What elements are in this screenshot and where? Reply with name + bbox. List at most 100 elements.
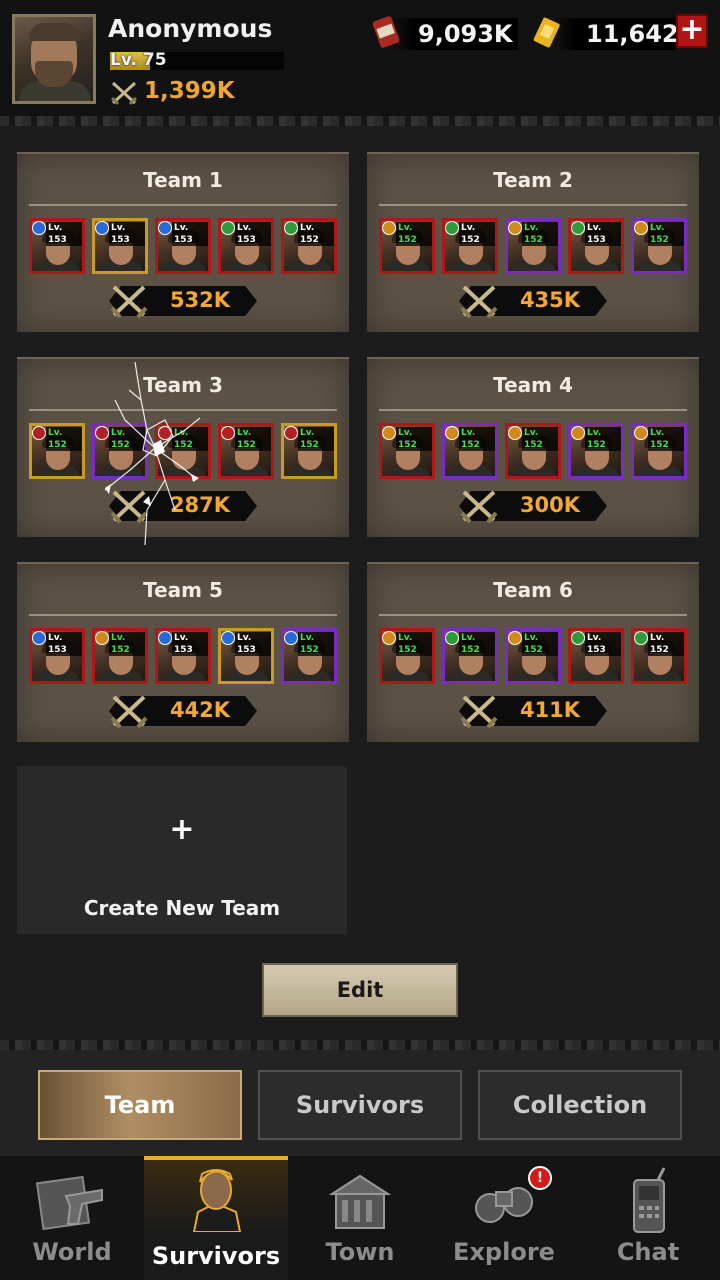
- hero-portrait[interactable]: Lv. 153: [155, 218, 211, 274]
- hero-portrait[interactable]: Lv. 152: [218, 423, 274, 479]
- hero-portrait[interactable]: Lv. 153: [568, 218, 624, 274]
- hero-portrait[interactable]: Lv. 152: [281, 218, 337, 274]
- red-class-badge-icon: [284, 426, 298, 440]
- hero-portrait[interactable]: Lv. 153: [218, 218, 274, 274]
- gold-resource[interactable]: 11,642: [530, 14, 679, 52]
- red-class-badge-icon: [158, 426, 172, 440]
- hero-portrait[interactable]: Lv. 152: [281, 628, 337, 684]
- hero-portrait[interactable]: Lv. 152: [442, 218, 498, 274]
- nav-town-label: Town: [325, 1238, 395, 1266]
- hero-level: Lv. 153: [172, 632, 208, 656]
- hero-portrait[interactable]: Lv. 153: [155, 628, 211, 684]
- hero-level: Lv. 152: [648, 222, 684, 246]
- hero-portrait[interactable]: Lv. 153: [92, 218, 148, 274]
- top-header: Anonymous Lv. 75 1,399K 9,093K 11,642 +: [0, 0, 720, 118]
- hero-portrait[interactable]: Lv. 152: [92, 628, 148, 684]
- supplies-resource[interactable]: 9,093K: [368, 14, 518, 52]
- team-title: Team 5: [143, 578, 223, 602]
- tab-collection[interactable]: Collection: [478, 1070, 682, 1140]
- bottom-nav: World Survivors Town Explore Chat: [0, 1156, 720, 1280]
- hero-portrait[interactable]: Lv. 152: [631, 628, 687, 684]
- green-class-badge-icon: [221, 221, 235, 235]
- team-card-6[interactable]: Team 6 Lv. 152 Lv. 152 Lv. 152 Lv. 153 Lv. 15…: [367, 562, 699, 742]
- nav-explore-label: Explore: [453, 1238, 555, 1266]
- blue-class-badge-icon: [221, 631, 235, 645]
- hero-portrait[interactable]: Lv. 152: [505, 628, 561, 684]
- chat-icon: [633, 1167, 666, 1233]
- hero-portrait[interactable]: Lv. 152: [442, 423, 498, 479]
- green-class-badge-icon: [445, 631, 459, 645]
- sub-tab-bar: Team Survivors Collection: [0, 1050, 720, 1156]
- edit-button[interactable]: Edit: [262, 963, 458, 1017]
- nav-chat[interactable]: Chat: [576, 1156, 720, 1280]
- hero-level: Lv. 152: [648, 427, 684, 451]
- red-class-badge-icon: [32, 426, 46, 440]
- add-currency-button[interactable]: +: [676, 14, 708, 48]
- player-avatar[interactable]: [12, 14, 96, 104]
- supplies-can-icon: [372, 16, 400, 48]
- crossed-swords-icon: [110, 490, 148, 524]
- team-divider: [379, 204, 687, 206]
- nav-survivors[interactable]: Survivors: [144, 1156, 288, 1280]
- blue-class-badge-icon: [158, 221, 172, 235]
- team-card-1[interactable]: Team 1 Lv. 153 Lv. 153 Lv. 153 Lv. 153 Lv. 15…: [17, 152, 349, 332]
- hero-portrait[interactable]: Lv. 152: [631, 218, 687, 274]
- hero-portrait[interactable]: Lv. 152: [505, 423, 561, 479]
- crossed-swords-icon: [110, 285, 148, 319]
- hero-level: Lv. 153: [585, 632, 621, 656]
- hero-level: Lv. 152: [396, 632, 432, 656]
- explore-alert-badge: !: [528, 1166, 552, 1190]
- hero-level: Lv. 152: [172, 427, 208, 451]
- hero-portrait[interactable]: Lv. 152: [442, 628, 498, 684]
- hero-portrait[interactable]: Lv. 152: [379, 218, 435, 274]
- hero-portrait[interactable]: Lv. 152: [505, 218, 561, 274]
- hero-portrait[interactable]: Lv. 152: [29, 423, 85, 479]
- team-divider: [29, 204, 337, 206]
- survivors-icon: [192, 1169, 242, 1232]
- hero-portrait[interactable]: Lv. 153: [29, 218, 85, 274]
- hero-level: Lv. 152: [522, 222, 558, 246]
- nav-explore[interactable]: Explore: [432, 1156, 576, 1280]
- hero-portrait[interactable]: Lv. 152: [92, 423, 148, 479]
- hero-portrait[interactable]: Lv. 152: [379, 628, 435, 684]
- hero-level: Lv. 153: [46, 222, 82, 246]
- nav-town[interactable]: Town: [288, 1156, 432, 1280]
- team-card-3[interactable]: Team 3 Lv. 152 Lv. 152 Lv. 152 Lv. 152 Lv. 15…: [17, 357, 349, 537]
- supplies-value: 9,093K: [418, 20, 513, 48]
- red-class-badge-icon: [221, 426, 235, 440]
- hero-level: Lv. 153: [172, 222, 208, 246]
- world-icon: [36, 1175, 103, 1231]
- player-level: Lv. 75: [110, 50, 167, 70]
- orange-class-badge-icon: [95, 631, 109, 645]
- crossed-swords-icon: [110, 695, 148, 729]
- hero-portrait[interactable]: Lv. 153: [218, 628, 274, 684]
- nav-world[interactable]: World: [0, 1156, 144, 1280]
- team-power-value: 442K: [169, 698, 231, 722]
- nav-world-label: World: [32, 1238, 112, 1266]
- hero-portrait[interactable]: Lv. 152: [379, 423, 435, 479]
- team-divider: [379, 409, 687, 411]
- hero-portrait[interactable]: Lv. 152: [568, 423, 624, 479]
- team-power-value: 287K: [169, 493, 231, 517]
- team-title: Team 4: [493, 373, 573, 397]
- tab-survivors[interactable]: Survivors: [258, 1070, 462, 1140]
- team-card-2[interactable]: Team 2 Lv. 152 Lv. 152 Lv. 152 Lv. 153 Lv. 15…: [367, 152, 699, 332]
- hero-portrait[interactable]: Lv. 153: [568, 628, 624, 684]
- team-heroes: Lv. 152 Lv. 152 Lv. 152 Lv. 153 Lv. 152: [379, 218, 687, 274]
- team-card-4[interactable]: Team 4 Lv. 152 Lv. 152 Lv. 152 Lv. 152 Lv. 15…: [367, 357, 699, 537]
- team-title: Team 6: [493, 578, 573, 602]
- orange-class-badge-icon: [634, 426, 648, 440]
- hero-portrait[interactable]: Lv. 152: [155, 423, 211, 479]
- green-class-badge-icon: [445, 221, 459, 235]
- hero-level: Lv. 152: [235, 427, 271, 451]
- tab-team[interactable]: Team: [38, 1070, 242, 1140]
- hero-portrait[interactable]: Lv. 152: [281, 423, 337, 479]
- hero-portrait[interactable]: Lv. 153: [29, 628, 85, 684]
- team-card-5[interactable]: Team 5 Lv. 153 Lv. 152 Lv. 153 Lv. 153 Lv. 15…: [17, 562, 349, 742]
- team-heroes: Lv. 152 Lv. 152 Lv. 152 Lv. 152 Lv. 152: [379, 423, 687, 479]
- hero-portrait[interactable]: Lv. 152: [631, 423, 687, 479]
- hero-level: Lv. 153: [46, 632, 82, 656]
- hero-level: Lv. 152: [648, 632, 684, 656]
- player-name: Anonymous: [108, 14, 273, 43]
- create-new-team-card[interactable]: + Create New Team: [17, 766, 347, 934]
